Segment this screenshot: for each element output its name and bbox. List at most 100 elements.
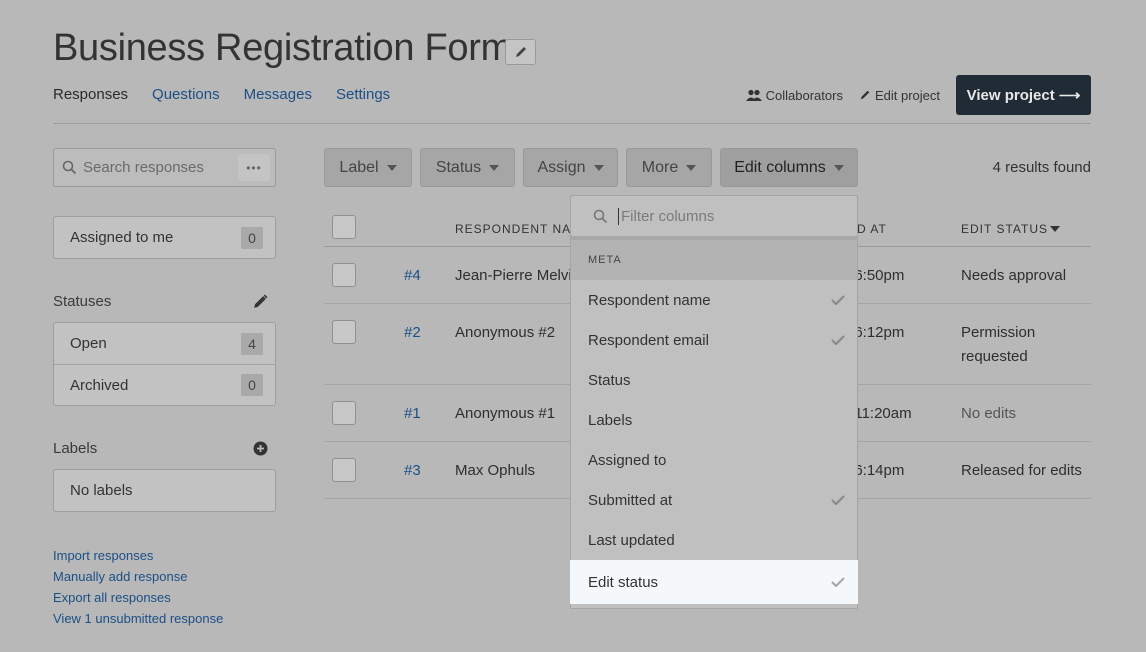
- users-icon: [745, 89, 762, 101]
- caret-down-icon: [593, 164, 604, 171]
- filter-columns-input[interactable]: Filter columns: [618, 207, 714, 225]
- collaborators-link[interactable]: Collaborators: [745, 87, 843, 103]
- respondent-name: Anonymous #2: [455, 324, 556, 341]
- import-responses-link[interactable]: Import responses: [53, 545, 223, 566]
- filter-columns[interactable]: Filter columns: [571, 196, 857, 240]
- header-actions: Collaborators Edit project View project …: [745, 75, 1091, 115]
- respondent-name: Jean-Pierre Melvi: [455, 267, 572, 284]
- label-button-text: Label: [339, 158, 379, 176]
- check-icon: [831, 577, 845, 587]
- column-option-respondent-email[interactable]: Respondent email: [571, 320, 857, 360]
- edit-title-button[interactable]: [505, 39, 536, 65]
- more-button-text: More: [641, 158, 679, 176]
- respondent-name: Anonymous #1: [455, 405, 556, 422]
- search-icon: [62, 160, 77, 175]
- status-count: 4: [241, 332, 263, 355]
- caret-down-icon: [386, 164, 397, 171]
- assign-button-text: Assign: [537, 158, 586, 176]
- response-number[interactable]: #4: [404, 267, 421, 284]
- option-label: Labels: [588, 411, 633, 429]
- row-checkbox[interactable]: [332, 320, 356, 344]
- tab-responses[interactable]: Responses: [53, 86, 128, 103]
- labels-box: No labels: [53, 469, 276, 512]
- edit-status: Permission: [961, 324, 1036, 341]
- manually-add-response-link[interactable]: Manually add response: [53, 566, 223, 587]
- page-title: Business Registration Form: [53, 27, 512, 69]
- select-all-checkbox[interactable]: [332, 215, 356, 239]
- export-all-responses-link[interactable]: Export all responses: [53, 587, 223, 608]
- header-divider: [53, 123, 1091, 124]
- tab-questions[interactable]: Questions: [152, 86, 220, 103]
- search-responses[interactable]: Search responses •••: [53, 148, 276, 187]
- th-edit-status[interactable]: EDIT STATUS: [961, 222, 1048, 236]
- edit-status: Released for edits: [961, 462, 1082, 479]
- respondent-name: Max Ophuls: [455, 462, 536, 479]
- column-option-assigned-to[interactable]: Assigned to: [571, 440, 857, 480]
- tab-messages[interactable]: Messages: [244, 86, 312, 103]
- sort-desc-icon[interactable]: [1050, 226, 1060, 232]
- column-option-submitted-at[interactable]: Submitted at: [571, 480, 857, 520]
- response-number[interactable]: #2: [404, 324, 421, 341]
- add-label-icon[interactable]: [253, 441, 268, 461]
- option-label: Status: [588, 371, 631, 389]
- check-icon: [831, 495, 845, 505]
- edit-project-label: Edit project: [874, 87, 940, 103]
- option-label: Submitted at: [588, 491, 673, 509]
- th-submitted[interactable]: D AT: [857, 222, 887, 236]
- response-number[interactable]: #1: [404, 405, 421, 422]
- caret-down-icon: [686, 164, 697, 171]
- caret-down-icon: [833, 164, 844, 171]
- row-checkbox[interactable]: [332, 458, 356, 482]
- more-button[interactable]: More: [626, 148, 712, 187]
- row-checkbox[interactable]: [332, 263, 356, 287]
- more-options-button[interactable]: •••: [238, 154, 270, 181]
- tab-bar: Responses Questions Messages Settings: [53, 86, 414, 103]
- column-option-respondent-name[interactable]: Respondent name: [571, 280, 857, 320]
- statuses-box: Open 4 Archived 0: [53, 322, 276, 406]
- column-option-last-updated[interactable]: Last updated: [571, 520, 857, 560]
- check-icon: [831, 295, 845, 305]
- status-archived[interactable]: Archived 0: [54, 364, 275, 405]
- meta-section-header: META: [571, 240, 857, 280]
- edit-statuses-icon[interactable]: [253, 294, 268, 314]
- assigned-to-me-filter[interactable]: Assigned to me 0: [54, 217, 275, 258]
- label-button[interactable]: Label: [324, 148, 412, 187]
- sidebar-links: Import responses Manually add response E…: [53, 545, 223, 629]
- status-button[interactable]: Status: [420, 148, 515, 187]
- assigned-label: Assigned to me: [70, 229, 174, 246]
- edit-status: Needs approval: [961, 267, 1067, 284]
- caret-down-icon: [489, 164, 500, 171]
- collaborators-label: Collaborators: [765, 87, 843, 103]
- statuses-heading: Statuses: [53, 293, 112, 310]
- edit-status: No edits: [961, 405, 1017, 422]
- assign-button[interactable]: Assign: [523, 148, 618, 187]
- results-count: 4 results found: [992, 159, 1091, 176]
- search-input[interactable]: Search responses: [83, 159, 238, 176]
- row-checkbox[interactable]: [332, 401, 356, 425]
- status-button-text: Status: [435, 158, 482, 176]
- status-open[interactable]: Open 4: [54, 323, 275, 364]
- edit-columns-text: Edit columns: [734, 158, 826, 176]
- edit-project-link[interactable]: Edit project: [859, 88, 940, 103]
- view-unsubmitted-link[interactable]: View 1 unsubmitted response: [53, 608, 223, 629]
- tab-settings[interactable]: Settings: [336, 86, 390, 103]
- assigned-box: Assigned to me 0: [53, 216, 276, 259]
- column-option-edit-status[interactable]: Edit status: [570, 560, 858, 604]
- labels-heading: Labels: [53, 440, 98, 457]
- column-option-labels[interactable]: Labels: [571, 400, 857, 440]
- option-label: Assigned to: [588, 451, 667, 469]
- option-label: Last updated: [588, 531, 675, 549]
- th-respondent[interactable]: RESPONDENT NAM: [455, 222, 582, 236]
- response-number[interactable]: #3: [404, 462, 421, 479]
- search-icon: [593, 209, 608, 223]
- edit-columns-button[interactable]: Edit columns: [720, 148, 858, 187]
- option-label: Respondent name: [588, 291, 711, 309]
- pencil-icon: [860, 90, 870, 100]
- column-option-status[interactable]: Status: [571, 360, 857, 400]
- view-project-button[interactable]: View project ⟶: [956, 75, 1091, 115]
- edit-columns-dropdown: Filter columns META Respondent name Resp…: [570, 195, 858, 609]
- option-label: Edit status: [588, 573, 659, 591]
- no-labels-text: No labels: [70, 482, 133, 499]
- status-label: Archived: [70, 376, 129, 394]
- edit-status-cont: requested: [961, 348, 1028, 365]
